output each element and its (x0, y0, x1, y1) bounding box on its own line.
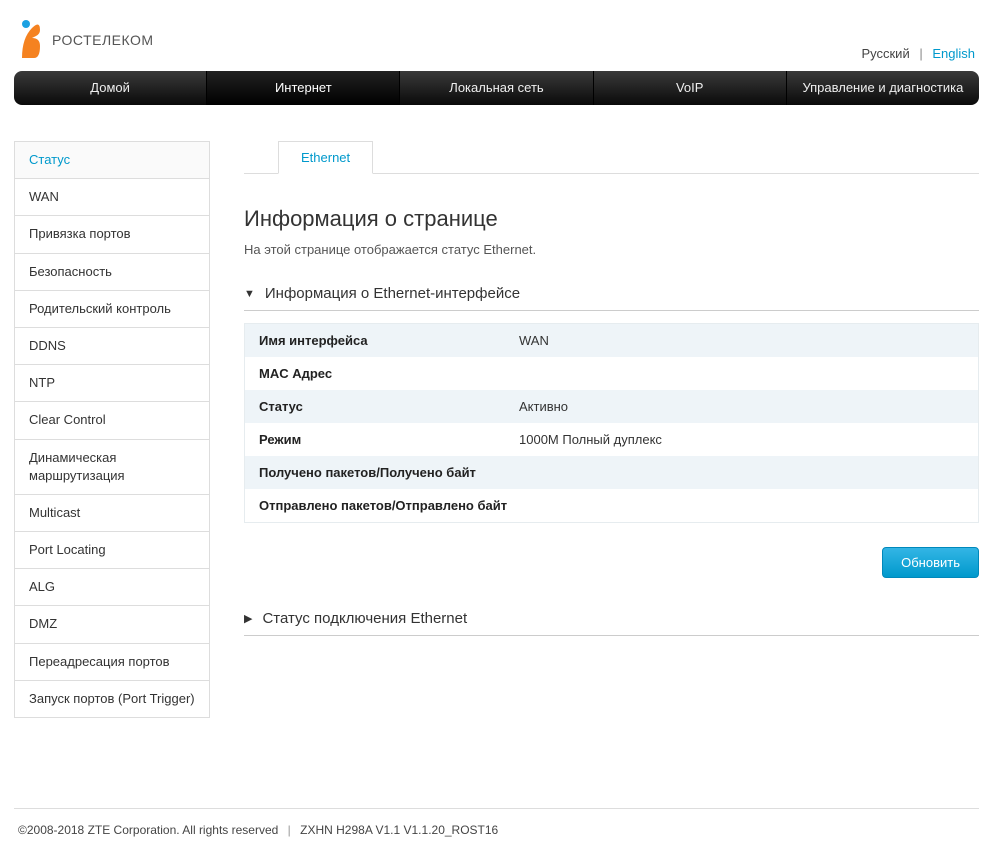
section-interface-title: Информация о Ethernet-интерфейсе (265, 285, 520, 302)
table-row: Имя интерфейса WAN (245, 324, 978, 357)
page-info: Информация о странице На этой странице о… (244, 174, 979, 277)
sidebar-item-portbind[interactable]: Привязка портов (15, 216, 209, 253)
chevron-right-icon: ▶ (244, 612, 252, 625)
row-value (615, 456, 978, 489)
row-label: Получено пакетов/Получено байт (245, 456, 615, 489)
logo-icon (18, 18, 46, 61)
row-value: 1000M Полный дуплекс (505, 423, 978, 456)
sidebar-item-portfwd[interactable]: Переадресация портов (15, 644, 209, 681)
sidebar-item-security[interactable]: Безопасность (15, 254, 209, 291)
row-label: Отправлено пакетов/Отправлено байт (245, 489, 615, 522)
header: РОСТЕЛЕКОМ Русский | English (14, 0, 979, 71)
row-label: MAC Адрес (245, 357, 505, 390)
footer-model: ZXHN H298A V1.1 V1.1.20_ROST16 (300, 823, 498, 837)
row-value (505, 357, 978, 390)
table-row: Статус Активно (245, 390, 978, 423)
table-row: MAC Адрес (245, 357, 978, 390)
sidebar-item-multicast[interactable]: Multicast (15, 495, 209, 532)
sidebar-item-clearcontrol[interactable]: Clear Control (15, 402, 209, 439)
row-value: WAN (505, 324, 978, 357)
table-row: Отправлено пакетов/Отправлено байт (245, 489, 978, 522)
lang-sep: | (919, 46, 922, 61)
footer-copyright: ©2008-2018 ZTE Corporation. All rights r… (18, 823, 278, 837)
row-label: Имя интерфейса (245, 324, 505, 357)
section-connection: ▶ Статус подключения Ethernet (244, 602, 979, 636)
footer: ©2008-2018 ZTE Corporation. All rights r… (14, 808, 979, 851)
footer-sep: | (288, 823, 291, 837)
sidebar-item-dmz[interactable]: DMZ (15, 606, 209, 643)
top-nav: Домой Интернет Локальная сеть VoIP Управ… (14, 71, 979, 105)
sidebar-item-parental[interactable]: Родительский контроль (15, 291, 209, 328)
refresh-button[interactable]: Обновить (882, 547, 979, 578)
actions: Обновить (244, 547, 979, 578)
row-value: Активно (505, 390, 978, 423)
row-value (615, 489, 978, 522)
language-switcher: Русский | English (861, 46, 975, 61)
brand-name: РОСТЕЛЕКОМ (52, 32, 154, 48)
row-label: Режим (245, 423, 505, 456)
section-interface: ▼ Информация о Ethernet-интерфейсе Имя и… (244, 277, 979, 578)
lang-other[interactable]: English (932, 46, 975, 61)
sidebar-item-status[interactable]: Статус (15, 142, 209, 179)
lang-current[interactable]: Русский (861, 46, 909, 61)
nav-internet[interactable]: Интернет (207, 71, 400, 105)
nav-home[interactable]: Домой (14, 71, 207, 105)
sidebar-item-ntp[interactable]: NTP (15, 365, 209, 402)
sidebar-item-dynroute[interactable]: Динамическая маршрутизация (15, 440, 209, 495)
section-connection-header[interactable]: ▶ Статус подключения Ethernet (244, 602, 979, 636)
page-title: Информация о странице (244, 206, 979, 232)
tab-ethernet[interactable]: Ethernet (278, 141, 373, 174)
sidebar-item-alg[interactable]: ALG (15, 569, 209, 606)
nav-admin[interactable]: Управление и диагностика (787, 71, 979, 105)
sidebar-item-wan[interactable]: WAN (15, 179, 209, 216)
chevron-down-icon: ▼ (244, 288, 255, 300)
content: Ethernet Информация о странице На этой с… (244, 141, 979, 718)
sidebar: Статус WAN Привязка портов Безопасность … (14, 141, 210, 718)
section-connection-title: Статус подключения Ethernet (262, 610, 467, 627)
nav-lan[interactable]: Локальная сеть (400, 71, 593, 105)
sidebar-item-portloc[interactable]: Port Locating (15, 532, 209, 569)
page-desc: На этой странице отображается статус Eth… (244, 242, 979, 257)
table-row: Получено пакетов/Получено байт (245, 456, 978, 489)
table-row: Режим 1000M Полный дуплекс (245, 423, 978, 456)
row-label: Статус (245, 390, 505, 423)
sidebar-item-ddns[interactable]: DDNS (15, 328, 209, 365)
interface-table: Имя интерфейса WAN MAC Адрес Статус Акти… (244, 323, 979, 523)
tab-bar: Ethernet (244, 141, 979, 174)
sidebar-item-porttrigger[interactable]: Запуск портов (Port Trigger) (15, 681, 209, 717)
section-interface-header[interactable]: ▼ Информация о Ethernet-интерфейсе (244, 277, 979, 311)
nav-voip[interactable]: VoIP (594, 71, 787, 105)
brand-logo: РОСТЕЛЕКОМ (18, 18, 154, 61)
